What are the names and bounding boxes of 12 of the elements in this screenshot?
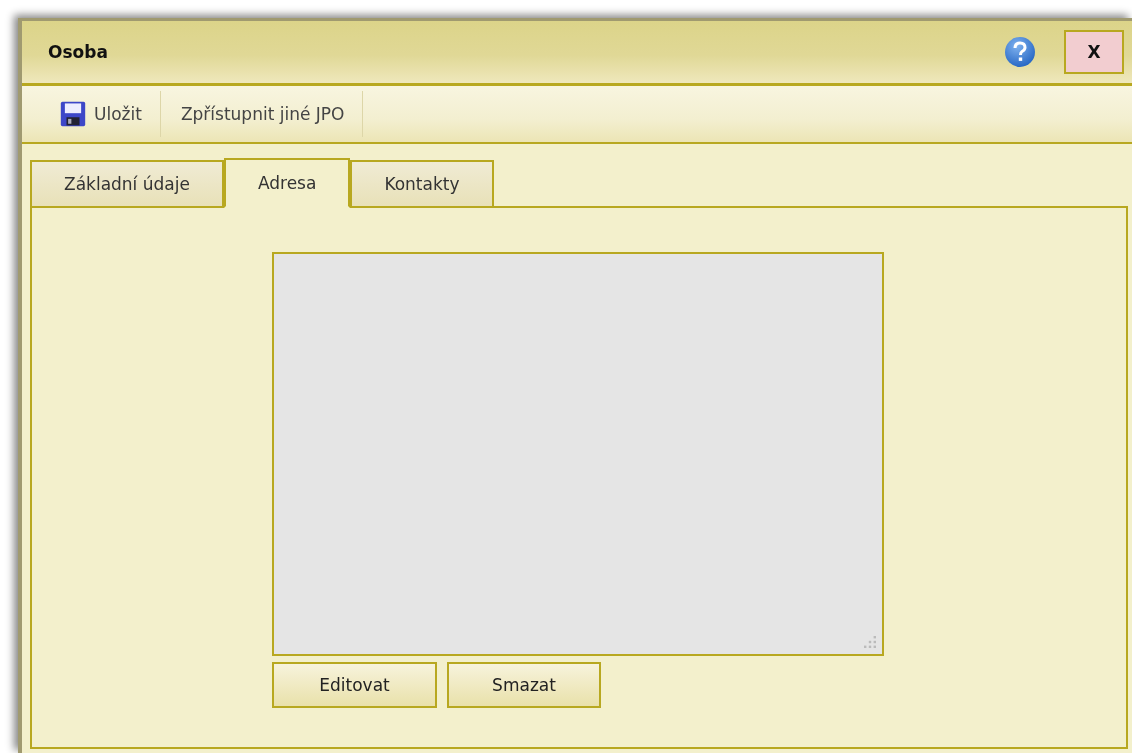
help-icon[interactable] xyxy=(1004,36,1036,68)
tab[interactable]: Kontakty xyxy=(350,160,494,208)
tab[interactable]: Adresa xyxy=(223,158,351,208)
resize-grip-icon[interactable] xyxy=(864,636,876,648)
tab[interactable]: Základní údaje xyxy=(30,160,224,208)
edit-button[interactable]: Editovat xyxy=(272,662,437,708)
text-area[interactable] xyxy=(272,252,884,656)
delete-button[interactable]: Smazat xyxy=(447,662,601,708)
window-title: Osoba xyxy=(48,42,109,62)
save-button[interactable]: Uložit xyxy=(40,93,160,135)
toolbar-button[interactable]: Zpřístupnit jiné JPO xyxy=(160,96,363,132)
close-button[interactable]: X xyxy=(1064,30,1124,74)
